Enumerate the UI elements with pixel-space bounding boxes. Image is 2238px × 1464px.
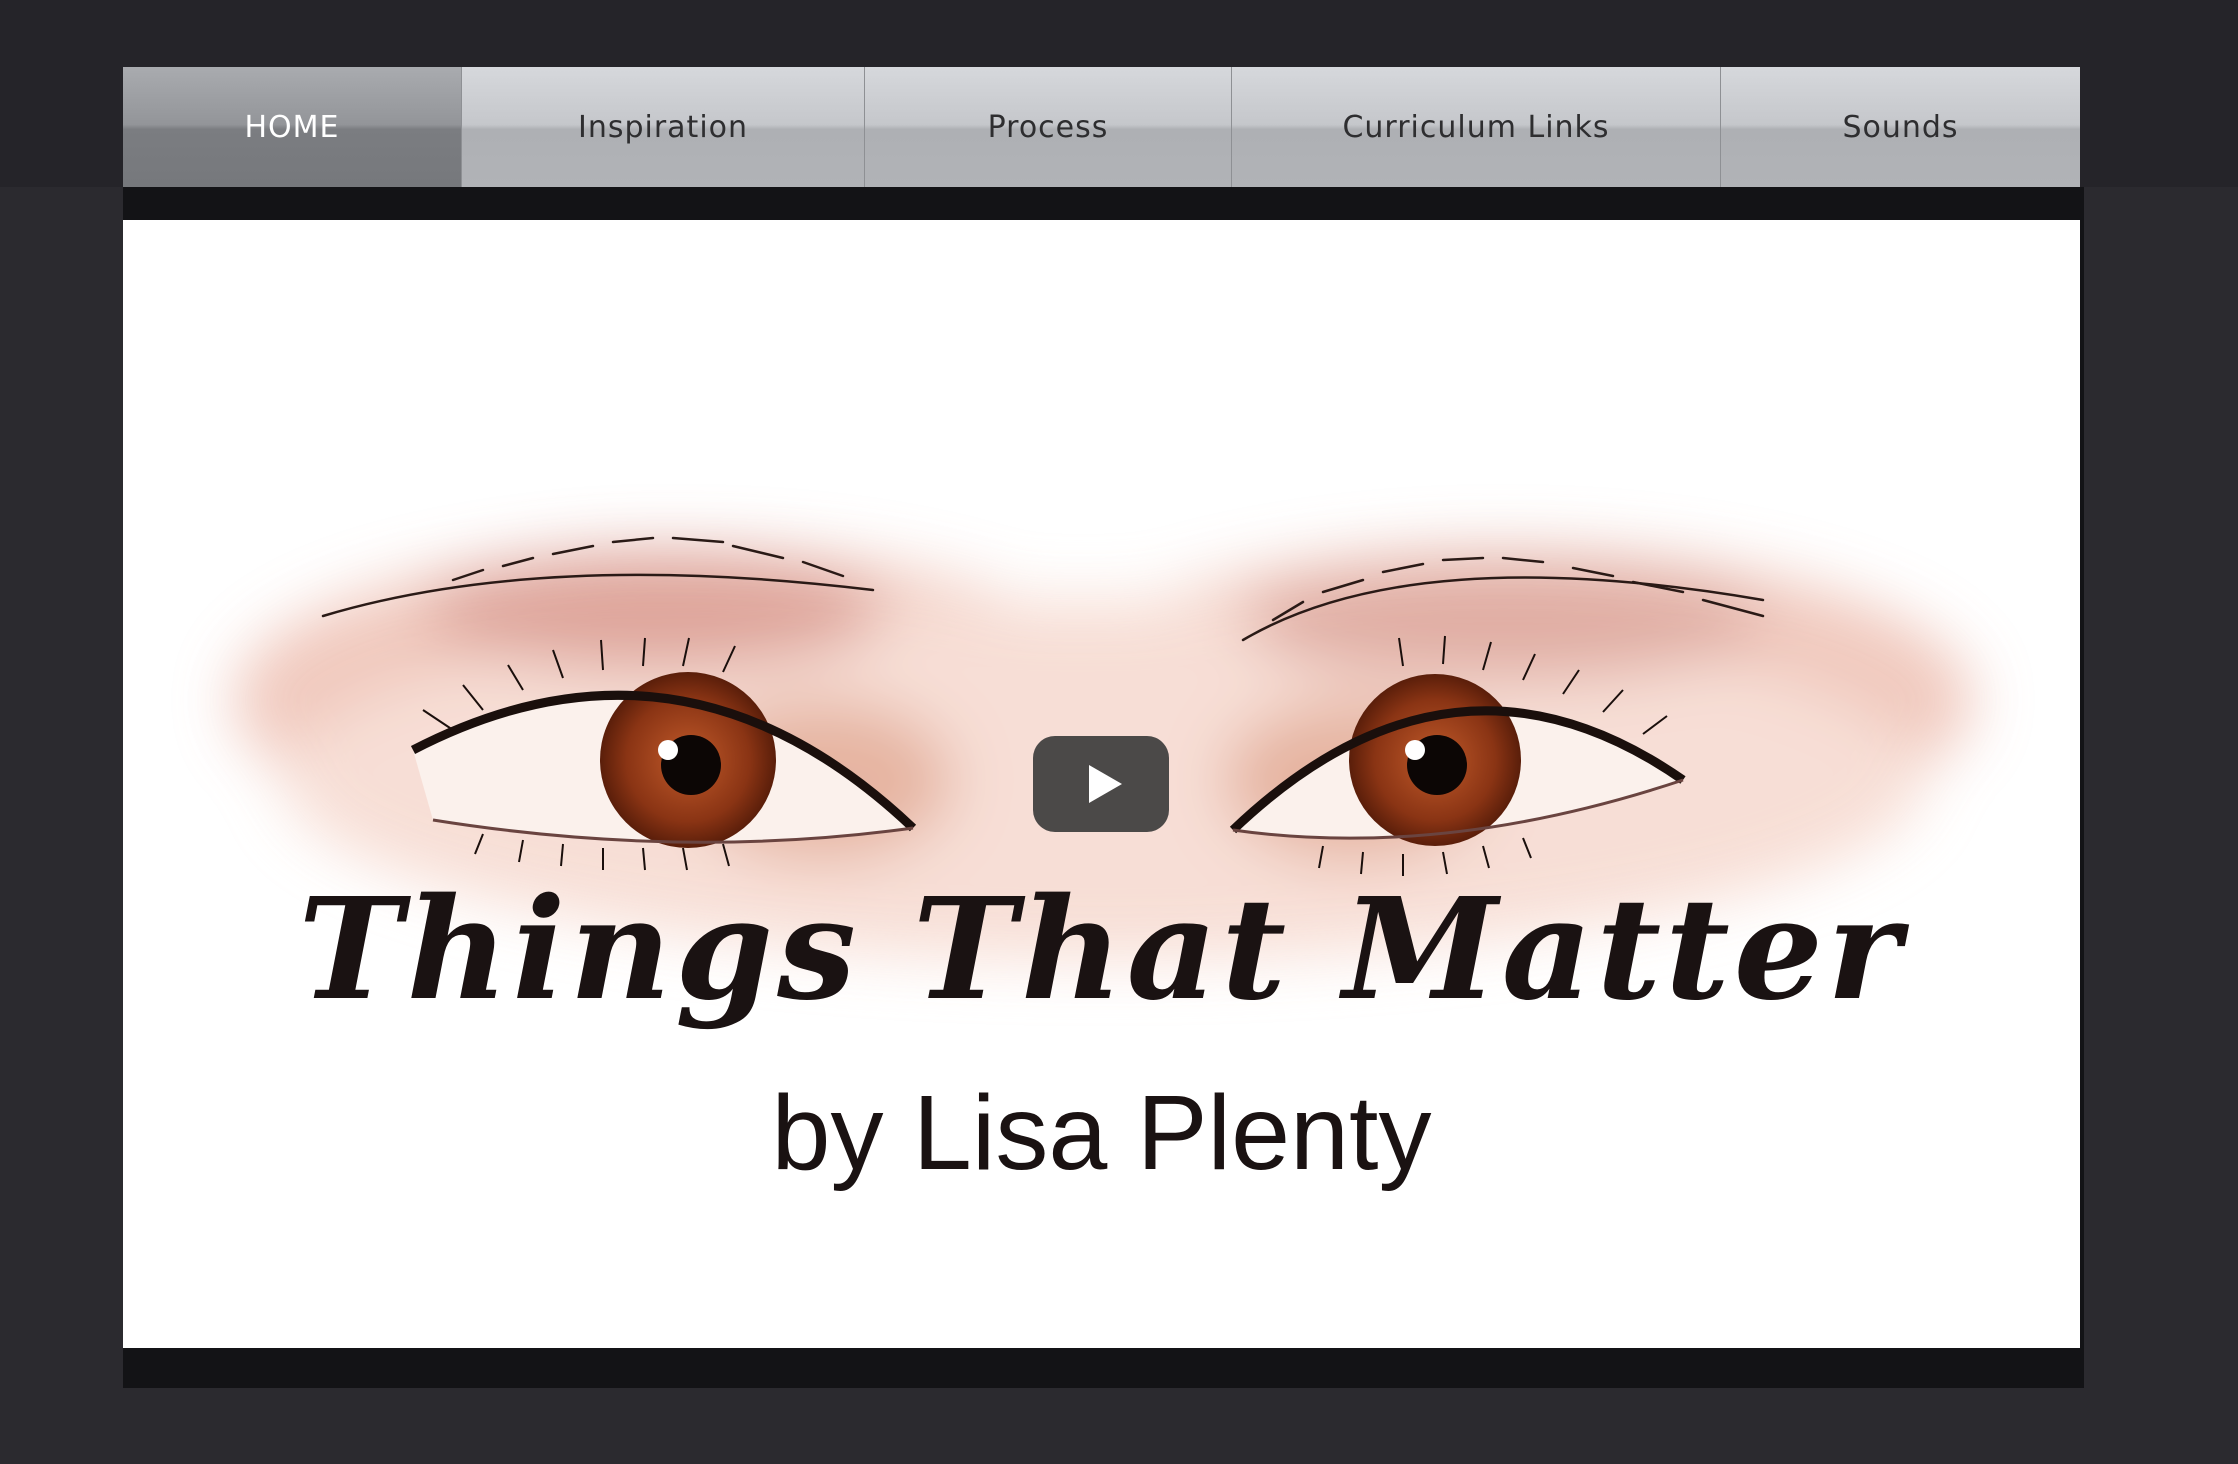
play-icon — [1088, 765, 1122, 803]
nav-process[interactable]: Process — [865, 67, 1232, 187]
page-container: HOME Inspiration Process Curriculum Link… — [123, 67, 2084, 1388]
nav-curriculum-links[interactable]: Curriculum Links — [1232, 67, 1721, 187]
nav-home[interactable]: HOME — [123, 67, 462, 187]
video-title: Things That Matter — [298, 868, 1905, 1032]
nav-inspiration[interactable]: Inspiration — [462, 67, 865, 187]
play-button[interactable] — [1033, 736, 1169, 832]
nav-sounds[interactable]: Sounds — [1721, 67, 2080, 187]
content-frame: Things That Matter by Lisa Plenty — [123, 187, 2084, 1388]
main-nav: HOME Inspiration Process Curriculum Link… — [123, 67, 2080, 187]
video-player[interactable]: Things That Matter by Lisa Plenty — [123, 220, 2080, 1348]
video-byline: by Lisa Plenty — [771, 1074, 1432, 1192]
